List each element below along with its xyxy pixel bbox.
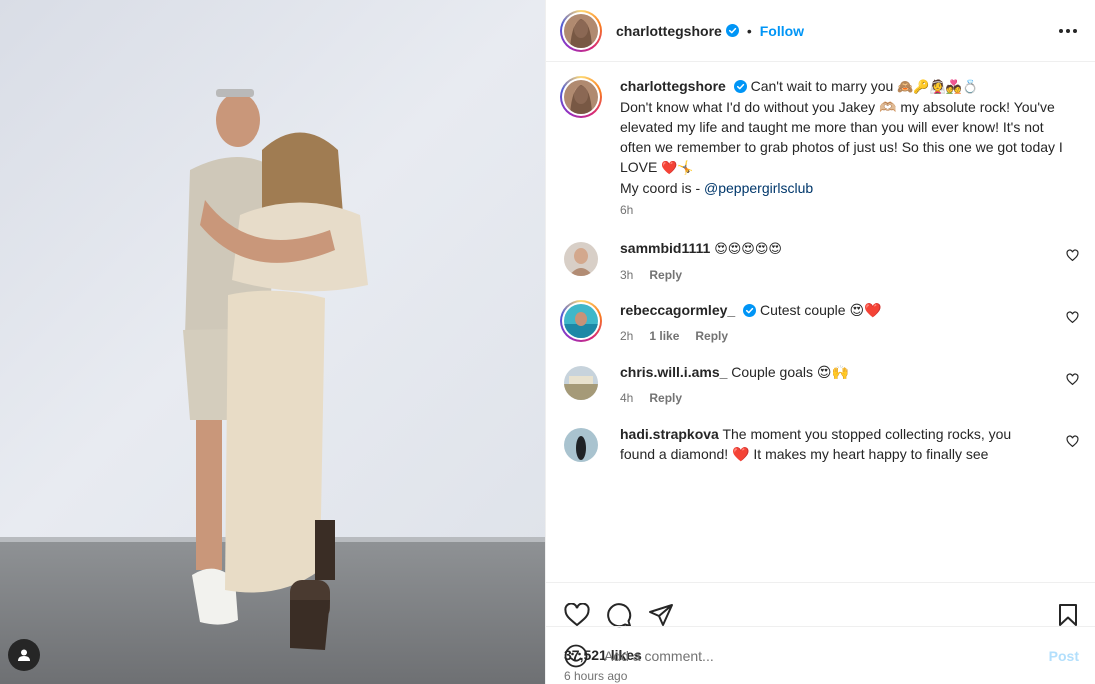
caption-username[interactable]: charlottegshore	[620, 78, 726, 94]
comment-username[interactable]: sammbid1111	[620, 240, 710, 256]
heart-icon	[564, 602, 590, 626]
comment-username[interactable]: rebeccagormley_	[620, 302, 735, 318]
comment-like-heart-icon[interactable]	[1066, 311, 1079, 324]
comment-icon	[607, 602, 632, 627]
commenter-avatar[interactable]	[564, 242, 598, 276]
comment-item: chris.will.i.ams_ Couple goals 😍🙌 4h Rep…	[560, 362, 1079, 406]
share-button[interactable]	[648, 603, 674, 627]
like-button[interactable]	[564, 602, 590, 627]
comments-list[interactable]: charlottegshore Can't wait to marry you …	[546, 62, 1095, 582]
comment-button[interactable]	[606, 602, 632, 628]
follow-button[interactable]: Follow	[760, 23, 804, 39]
comment-composer: Post	[546, 626, 1095, 684]
commenter-avatar[interactable]	[564, 428, 598, 462]
caption-avatar[interactable]	[560, 76, 602, 118]
emoji-button[interactable]	[564, 644, 588, 668]
comment-username[interactable]: hadi.strapkova	[620, 426, 719, 442]
caption-avatar-image	[564, 80, 598, 114]
comment-time[interactable]: 3h	[620, 267, 633, 283]
comment-like-heart-icon[interactable]	[1066, 373, 1079, 386]
comment-like-heart-icon[interactable]	[1066, 249, 1079, 262]
verified-badge-icon	[733, 80, 747, 93]
comment-item: rebeccagormley_ Cutest couple 😍❤️ 2h 1 l…	[560, 300, 1079, 344]
share-icon	[649, 603, 673, 626]
caption-coord-label: My coord is -	[620, 180, 705, 196]
user-tag-button[interactable]	[8, 639, 40, 671]
commenter-avatar[interactable]	[564, 366, 598, 400]
caption-emoji2: ❤️🤸	[661, 160, 694, 175]
reply-button[interactable]: Reply	[695, 328, 728, 344]
comment-time[interactable]: 4h	[620, 390, 633, 406]
comment-username[interactable]: chris.will.i.ams_	[620, 364, 727, 380]
more-options-icon	[1059, 28, 1063, 33]
verified-badge-icon	[725, 24, 739, 37]
comment-text: Couple goals 😍🙌	[731, 364, 849, 380]
comment-item: hadi.strapkova The moment you stopped co…	[560, 424, 1079, 466]
emoji-icon	[564, 644, 588, 667]
post-photo[interactable]	[0, 0, 545, 684]
user-tag-icon	[18, 649, 30, 661]
post-viewer: charlottegshore • Follow charlottegshore…	[0, 0, 1095, 684]
reply-button[interactable]: Reply	[649, 267, 682, 283]
caption: charlottegshore Can't wait to marry you …	[560, 76, 1079, 218]
comment-like-heart-icon[interactable]	[1066, 435, 1079, 448]
author-avatar[interactable]	[560, 9, 602, 52]
verified-badge-icon	[743, 304, 757, 317]
comment-item: sammbid1111 😍😍😍😍😍 3h Reply	[560, 238, 1079, 283]
comment-input[interactable]	[604, 647, 1049, 664]
caption-emoji1: 🙈🔑👰💑💍	[897, 79, 979, 94]
commenter-avatar[interactable]	[560, 300, 602, 342]
post-comment-button[interactable]: Post	[1049, 648, 1079, 664]
bookmark-icon	[1059, 603, 1077, 626]
author-avatar-image	[564, 13, 598, 48]
save-button[interactable]	[1057, 603, 1079, 627]
more-options-button[interactable]	[1057, 23, 1079, 39]
reply-button[interactable]: Reply	[649, 390, 682, 406]
comment-text: Cutest couple 😍❤️	[759, 302, 882, 318]
caption-line1: Can't wait to marry you	[750, 78, 894, 94]
separator-dot: •	[746, 22, 752, 39]
author-username[interactable]: charlottegshore	[616, 23, 722, 39]
comment-likes-count[interactable]: 1 like	[649, 328, 679, 344]
post-header: charlottegshore • Follow	[546, 0, 1095, 62]
post-sidebar: charlottegshore • Follow charlottegshore…	[545, 0, 1095, 684]
couple-photo-image	[0, 0, 545, 684]
comment-time[interactable]: 2h	[620, 328, 633, 344]
caption-time[interactable]: 6h	[620, 202, 633, 218]
mention-link[interactable]: @peppergirlsclub	[704, 180, 813, 196]
comment-text: 😍😍😍😍😍	[714, 241, 782, 256]
